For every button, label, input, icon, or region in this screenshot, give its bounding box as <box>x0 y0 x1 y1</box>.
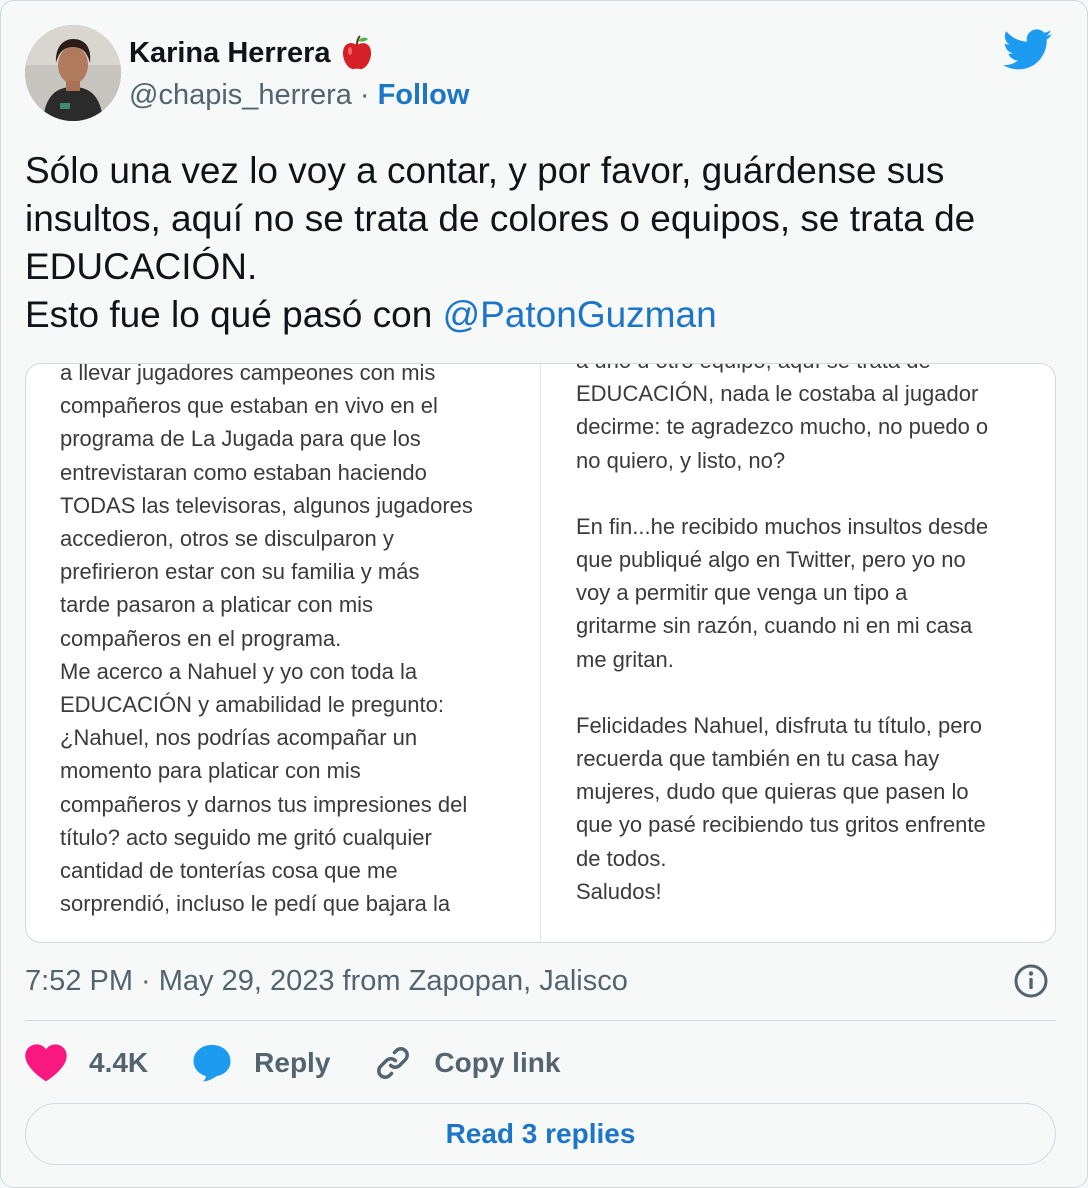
heart-icon <box>25 1044 67 1082</box>
display-name-row: Karina Herrera <box>129 33 469 73</box>
read-replies-button[interactable]: Read 3 replies <box>25 1103 1056 1165</box>
left-lines: a llevar jugadores campeones con mis comp… <box>60 363 530 920</box>
handle[interactable]: @chapis_herrera <box>129 79 352 112</box>
image-text-line: mujeres, dudo que quieras que pasen lo <box>576 779 969 805</box>
twitter-bird-icon[interactable] <box>1002 29 1053 71</box>
image-text-line: me gritan. <box>576 646 674 672</box>
image-text-line: sorprendió, incluso le pedí que bajara l… <box>60 891 451 917</box>
image-text-line: gritarme sin razón, cuando ni en mi casa <box>576 613 973 639</box>
image-text-right-column: a uno u otro equipo, aquí se trata de EDU… <box>576 364 1046 924</box>
tweet-image[interactable]: a llevar jugadores campeones con mis comp… <box>25 363 1056 943</box>
right-paragraphs: a uno u otro equipo, aquí se trata de EDU… <box>576 364 1046 908</box>
image-text-line: que publiqué algo en Twitter, pero yo no <box>576 547 966 573</box>
image-text-line: Saludos! <box>576 878 662 904</box>
tweet-text-line: EDUCACIÓN. <box>25 246 258 287</box>
tweet-card: Karina Herrera @chapis_herrera · Follow <box>0 0 1088 1188</box>
author-names: Karina Herrera @chapis_herrera · Follow <box>129 33 469 117</box>
image-column-divider <box>540 364 541 942</box>
image-text-line: recuerda que también en tu casa hay <box>576 746 940 772</box>
separator-dot: · <box>359 78 370 111</box>
image-text-line: que yo pasé recibiendo tus gritos enfren… <box>576 812 986 838</box>
image-text-line: accedieron, otros se disculparon y <box>60 526 394 552</box>
divider <box>25 1020 1056 1021</box>
handle-row: @chapis_herrera · Follow <box>129 73 469 117</box>
tweet-header: Karina Herrera @chapis_herrera · Follow <box>25 25 1063 121</box>
image-text-line: compañeros y darnos tus impresiones del <box>60 791 468 817</box>
action-bar: 4.4K Reply Copy link <box>25 1037 604 1089</box>
timestamp[interactable]: 7:52 PM · May 29, 2023 from Zapopan, Jal… <box>25 965 628 998</box>
image-text-line: Me acerco a Nahuel y yo con toda la <box>60 658 418 684</box>
like-count: 4.4K <box>89 1047 149 1078</box>
info-icon[interactable] <box>1013 963 1049 999</box>
tweet-text-line: Sólo una vez lo voy a contar, y por favo… <box>25 150 945 191</box>
tweet-meta: 7:52 PM · May 29, 2023 from Zapopan, Jal… <box>25 959 1065 1003</box>
image-text-line: tarde pasaron a platicar con mis <box>60 592 374 618</box>
reply-bubble-icon <box>193 1044 231 1082</box>
avatar[interactable] <box>25 25 121 121</box>
mention-link[interactable]: @PatonGuzman <box>443 294 717 335</box>
image-text-line: cantidad de tonterías cosa que me <box>60 858 398 884</box>
image-text-line: prefirieron estar con su familia y más <box>60 559 420 585</box>
image-text-line: programa de La Jugada para que los <box>60 426 421 452</box>
tweet-text-line: Esto fue lo qué pasó con @PatonGuzman <box>25 291 1065 339</box>
tweet-text-prefix: Esto fue lo qué pasó con <box>25 294 443 335</box>
image-text-line: título? acto seguido me gritó cualquier <box>60 824 432 850</box>
image-text-line: Felicidades Nahuel, disfruta tu título, … <box>576 712 983 738</box>
image-text-paragraph: En fin...he recibido muchos insultos des… <box>576 510 1046 676</box>
image-text-line: voy a permitir que venga un tipo a <box>576 580 908 606</box>
image-text-line: no quiero, y listo, no? <box>576 447 786 473</box>
image-text-paragraph: a uno u otro equipo, aquí se trata de EDU… <box>576 364 1046 477</box>
image-text-line: ¿Nahuel, nos podrías acompañar un <box>60 725 418 751</box>
reply-button[interactable]: Reply <box>192 1044 330 1082</box>
image-text-line: decirme: te agradezco mucho, no puedo o <box>576 414 989 440</box>
image-text-line: EDUCACIÓN, nada le costaba al jugador <box>576 381 979 407</box>
image-text-line: a llevar jugadores campeones con mis <box>60 363 436 385</box>
image-text-line: a uno u otro equipo, aquí se trata de <box>576 364 1046 377</box>
image-text-line: entrevistaran como estaban haciendo <box>60 459 427 485</box>
image-text-left-column: a llevar jugadores campeones con mis comp… <box>60 363 530 936</box>
image-text-line: EDUCACIÓN y amabilidad le pregunto: <box>60 692 444 718</box>
image-text-line: de todos. <box>576 845 667 871</box>
image-text-line: compañeros que estaban en vivo en el <box>60 393 438 419</box>
tweet-text-line: insultos, aquí no se trata de colores o … <box>25 198 976 239</box>
copy-link-label: Copy link <box>434 1047 561 1078</box>
reply-label: Reply <box>254 1047 331 1078</box>
tweet-text: Sólo una vez lo voy a contar, y por favo… <box>25 147 1065 339</box>
follow-button[interactable]: Follow <box>378 79 470 112</box>
link-icon <box>377 1047 410 1079</box>
display-name[interactable]: Karina Herrera <box>129 37 331 70</box>
copy-link-button[interactable]: Copy link <box>374 1044 560 1082</box>
image-text-line: compañeros en el programa. <box>60 625 342 651</box>
image-text-line: En fin...he recibido muchos insultos des… <box>576 513 989 539</box>
image-text-line: momento para platicar con mis <box>60 758 361 784</box>
like-button[interactable]: 4.4K <box>25 1044 148 1082</box>
image-text-line: TODAS las televisoras, algunos jugadores <box>60 492 473 518</box>
image-text-paragraph: Felicidades Nahuel, disfruta tu título, … <box>576 709 1046 908</box>
apple-icon <box>341 35 373 71</box>
